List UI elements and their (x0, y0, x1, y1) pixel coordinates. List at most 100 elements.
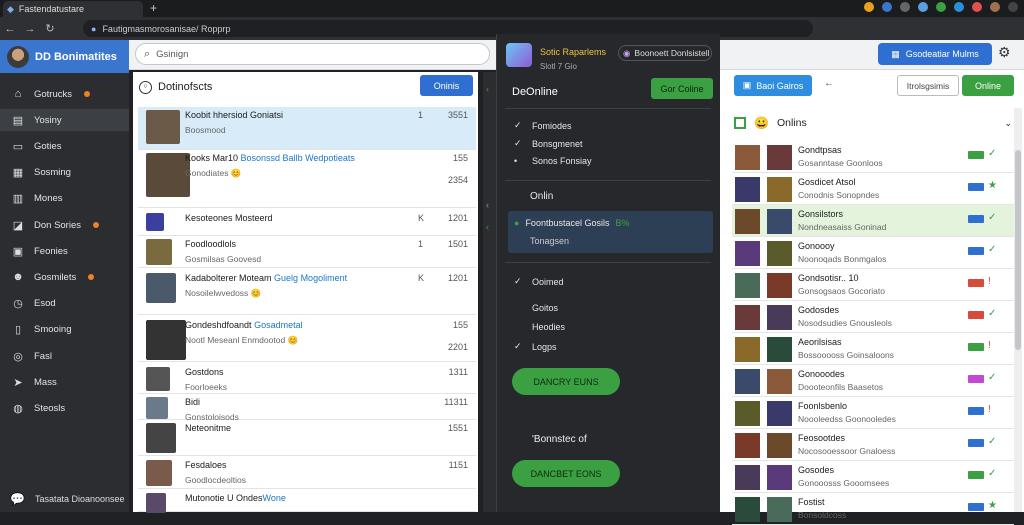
avatar[interactable] (7, 45, 29, 68)
check-icon: ✓ (514, 341, 522, 351)
row-title-highlight: Guelg Mogoliment (274, 273, 348, 283)
list-item[interactable]: Fostist Bonsoldcoss ★ (732, 493, 1014, 525)
right-online-button[interactable]: Online (962, 75, 1014, 96)
forward-icon[interactable]: → (20, 23, 40, 35)
extension-icon[interactable] (882, 2, 892, 12)
collapse-arrow-icon[interactable]: ‹ (486, 222, 489, 232)
avatar (767, 337, 792, 362)
site-info-icon[interactable]: ● (91, 24, 96, 34)
collapse-arrow-icon[interactable]: ‹ (486, 200, 489, 210)
extension-icon[interactable] (972, 2, 982, 12)
list-item[interactable]: Gosdicet Atsol Conodnis Sonopndes ★ (732, 173, 1014, 205)
menu-icon[interactable] (1008, 2, 1018, 12)
row-title: Koobit hhersiod Goniatsi (185, 110, 283, 120)
list-item[interactable]: Godosdes Nosodsudies Gnousleols ✓ (732, 301, 1014, 333)
settings-gear-icon[interactable]: ⚙ (998, 44, 1011, 61)
item-subtitle: Nondneasaiss Goninad (798, 222, 887, 232)
table-row[interactable]: Fesdaloes Goodlocdeoltios 1151 (138, 457, 476, 489)
avatar (767, 465, 792, 490)
sidebar-item[interactable]: ▭ Goties (0, 135, 129, 157)
row-time: 1551 (447, 423, 468, 433)
sidebar-footer[interactable]: 💬 Tasatata Dioanoonsee (10, 492, 125, 506)
list-online-button[interactable]: Oninis (420, 75, 473, 96)
browser-tab[interactable]: ◆ Fastendatustare (3, 1, 143, 17)
popup-primary-green-button[interactable]: DANCRY EUNS (512, 368, 620, 395)
status-icon: ✓ (988, 372, 997, 383)
sidebar-item[interactable]: ▦ Sosming (0, 162, 129, 184)
table-row[interactable]: Foodloodlols Gosmilsas Goovesd 1 1501 (138, 236, 476, 268)
sidebar-item[interactable]: ▥ Mones (0, 188, 129, 210)
row-subtitle: Gonodiates 😊 (185, 168, 242, 178)
popup-option[interactable]: ✓ Logps (514, 341, 557, 352)
back-arrow-icon[interactable]: ← (824, 78, 834, 89)
list-item[interactable]: Gonoooy Noonoqads Bonmgalos ✓ (732, 237, 1014, 269)
table-row[interactable]: Kadabolterer Moteam Guelg Mogoliment Noso… (138, 270, 476, 315)
table-row[interactable]: Kesoteones Mosteerd K 1201 (138, 210, 476, 236)
list-item[interactable]: Gondsotisr.. 10 Gonsogsaos Gocoriato! (732, 269, 1014, 301)
avatar (146, 239, 172, 265)
status-badge (968, 471, 984, 479)
popup-option[interactable]: Heodies (514, 322, 565, 332)
row-title: Kesoteones Mosteerd (185, 213, 273, 223)
sidebar-item[interactable]: ◪ Don Sories (0, 214, 129, 236)
popup-option[interactable]: • Sonos Fonsiay (514, 156, 592, 166)
sidebar-item[interactable]: ☻ Gosmilets (0, 266, 129, 288)
back-icon[interactable]: ← (0, 23, 20, 35)
sidebar-item-label: Fasl (34, 350, 52, 362)
list-item[interactable]: Gonooodes Doooteonfils Baasetos ✓ (732, 365, 1014, 397)
sidebar-item[interactable]: ◍ Steosls (0, 397, 129, 419)
collapse-arrow-icon[interactable]: ‹ (486, 84, 489, 94)
table-row[interactable]: Gondeshdfoandt Gosadmetal Nootl Meseanl E… (138, 317, 476, 362)
extension-icon[interactable] (864, 2, 874, 12)
sidebar-item[interactable]: ➤ Mass (0, 371, 129, 393)
sidebar-item[interactable]: ▣ Feonies (0, 240, 129, 262)
status-badge (968, 183, 984, 191)
list-item[interactable]: Gosodes Gonooosss Gooomsees ✓ (732, 461, 1014, 493)
table-row[interactable]: Koobit hhersiod Goniatsi Boosmood 1 3551 (138, 107, 476, 150)
new-tab-button[interactable]: + (150, 1, 157, 15)
thumbnail (735, 337, 760, 362)
row-title-text: Kesoteones Mosteerd (185, 213, 273, 223)
avatar (146, 320, 186, 360)
popup-secondary-green-button[interactable]: DANCBET EONS (512, 460, 620, 487)
popup-option[interactable]: ✓ Bonsgmenet (514, 138, 583, 149)
list-item[interactable]: Aeorilsisas Bossooooss Goinsaloons! (732, 333, 1014, 365)
sidebar-item[interactable]: ⌂ Gotrucks (0, 83, 129, 105)
popup-go-online-button[interactable]: Gor Coline (651, 78, 713, 99)
sidebar-item[interactable]: ▯ Smooing (0, 319, 129, 341)
table-row[interactable]: Mutonotie U OndesWone (138, 490, 476, 513)
profile-avatar-icon[interactable] (990, 2, 1000, 12)
extension-icon[interactable] (900, 2, 910, 12)
popup-option[interactable]: Goitos (514, 303, 558, 313)
extension-icon[interactable] (954, 2, 964, 12)
top-right-button[interactable]: ▦ Gsodeatiar Mulms (878, 43, 992, 65)
popup-account-chip[interactable]: ◉ Boonoett Donlsistell (618, 45, 712, 61)
right-blue-button[interactable]: ▣ Baoi Gairos (734, 75, 812, 96)
list-item[interactable]: Gonsilstors Nondneasaiss Goninad ✓ (732, 205, 1014, 237)
status-icon: ✓ (988, 244, 997, 255)
list-item[interactable]: Feosootdes Nocosooessoor Gnaloess ✓ (732, 429, 1014, 461)
list-item[interactable]: Foonlsbenlo Noooleedss Goonooledes! (732, 397, 1014, 429)
sidebar-item[interactable]: ◎ Fasl (0, 345, 129, 367)
row-title: Gondeshdfoandt Gosadmetal (185, 320, 303, 330)
sidebar-item[interactable]: ▤ Yosiny (0, 109, 129, 132)
extension-icon[interactable] (918, 2, 928, 12)
status-icon: ! (988, 404, 991, 415)
sidebar-item-label: Sosming (34, 167, 71, 179)
status-icon: ! (988, 276, 991, 287)
table-row[interactable]: Kooks Mar10 Bosonssd Ballb Wedpotieats Go… (138, 150, 476, 208)
table-row[interactable]: Bidi Gonstoloisods 11311 (138, 394, 476, 422)
right-outline-button-label: Itrolsgsimis (906, 80, 950, 91)
list-item[interactable]: Gondtpsas Gosanntase Goonloos ✓ (732, 141, 1014, 173)
chevron-down-icon[interactable]: ⌄ (1004, 118, 1012, 129)
sidebar-item[interactable]: ◷ Esod (0, 293, 129, 315)
popup-option[interactable]: ✓ Fomiodes (514, 120, 572, 131)
table-row[interactable]: Gostdons Foorloeeks 1311 (138, 364, 476, 394)
right-outline-button[interactable]: Itrolsgsimis (897, 75, 959, 96)
search-input[interactable]: ⌕ Gsinign (135, 43, 490, 65)
extension-icon[interactable] (936, 2, 946, 12)
sidebar-header[interactable]: DD Bonimatites (0, 40, 129, 73)
table-row[interactable]: Neteonitme 1551 (138, 420, 476, 456)
scrollbar-thumb[interactable] (1015, 150, 1021, 350)
reload-icon[interactable]: ↻ (40, 22, 60, 35)
